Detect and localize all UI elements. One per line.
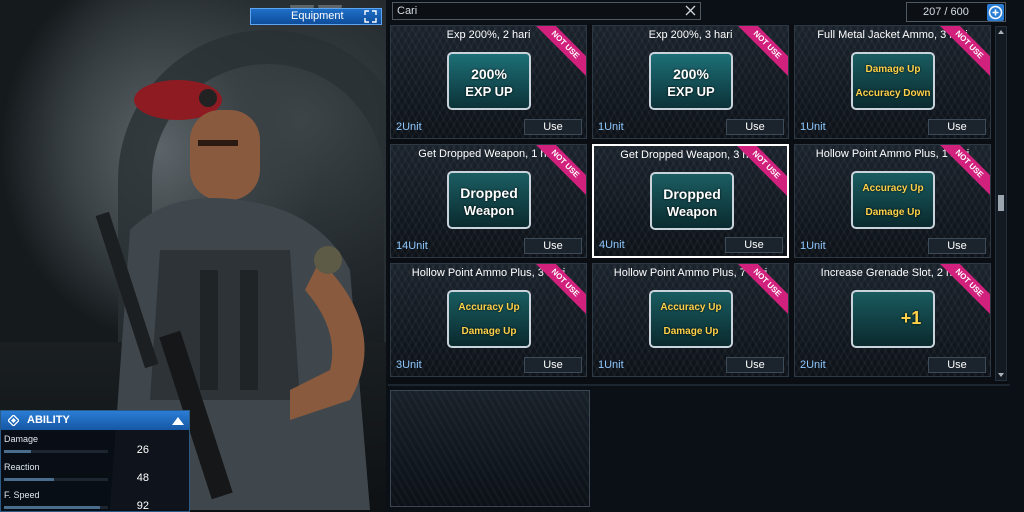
item-icon-line1: Accuracy Up	[458, 302, 520, 313]
stat-reaction: Reaction 48	[1, 458, 189, 486]
inventory-count-text: 207 / 600	[923, 6, 969, 18]
stat-fire-speed: F. Speed 92	[1, 486, 189, 512]
item-card[interactable]: Hollow Point Ammo Plus, 3 hari Accuracy U…	[390, 263, 587, 377]
item-icon-line1: Accuracy Up	[862, 183, 924, 194]
item-units: 4Unit	[599, 239, 625, 251]
item-icon-line2: Weapon	[463, 203, 515, 218]
expand-inventory-button[interactable]	[987, 4, 1004, 21]
item-units: 3Unit	[396, 359, 422, 371]
section-divider	[388, 384, 1010, 386]
item-icon-line1: Damage Up	[865, 64, 921, 75]
item-units: 2Unit	[800, 359, 826, 371]
item-units: 1Unit	[598, 359, 624, 371]
item-card[interactable]: Get Dropped Weapon, 1 hari Dropped Weapon N…	[390, 144, 587, 258]
item-units: 1Unit	[598, 121, 624, 133]
item-card[interactable]: Full Metal Jacket Ammo, 3 hari Damage Up A…	[794, 25, 991, 139]
item-card[interactable]: Hollow Point Ammo Plus, 7 hari Accuracy U…	[592, 263, 789, 377]
item-icon-line1: 200%	[673, 66, 709, 82]
stat-value: 48	[136, 472, 149, 484]
item-icon-line1: Dropped	[460, 185, 518, 201]
equipment-label: Equipment	[291, 10, 344, 22]
scroll-down-icon[interactable]	[998, 372, 1004, 378]
item-icon-line2: Accuracy Down	[855, 88, 931, 99]
equipment-tab[interactable]: Equipment	[250, 8, 382, 25]
stat-value: 26	[136, 444, 149, 456]
stat-label: F. Speed	[4, 490, 40, 500]
item-icon-line1: 200%	[471, 66, 507, 82]
item-icon-line2: +1	[900, 308, 922, 328]
item-icon-line2: Damage Up	[663, 326, 719, 337]
item-units: 14Unit	[396, 240, 428, 252]
stat-bar	[4, 450, 108, 453]
use-button[interactable]: Use	[524, 357, 582, 373]
item-units: 1Unit	[800, 121, 826, 133]
item-icon-line1: Accuracy Up	[660, 302, 722, 313]
item-grid-scrollbar[interactable]	[995, 26, 1007, 381]
use-button[interactable]: Use	[524, 119, 582, 135]
item-units: 2Unit	[396, 121, 422, 133]
use-button[interactable]: Use	[928, 238, 986, 254]
inventory-count: 207 / 600	[906, 2, 1006, 22]
use-button[interactable]: Use	[928, 357, 986, 373]
search-input[interactable]: Cari	[392, 2, 701, 20]
item-icon-line2: Damage Up	[865, 207, 921, 218]
search-placeholder: Cari	[397, 5, 418, 17]
item-card[interactable]: Get Dropped Weapon, 3 hari Dropped Weapon N…	[592, 144, 789, 258]
ammo-item-icon: Accuracy Up Damage Up	[649, 290, 733, 348]
ammo-item-icon: Damage Up Accuracy Down	[851, 52, 935, 110]
item-icon-line2: Weapon	[666, 204, 718, 219]
equipment-knobs	[290, 0, 350, 13]
close-icon[interactable]	[685, 5, 696, 16]
stat-label: Damage	[4, 434, 39, 444]
item-card[interactable]: Exp 200%, 2 hari 200% EXP UP NOT USE 2Unit Us…	[390, 25, 587, 139]
use-button[interactable]: Use	[725, 237, 783, 253]
ammo-item-icon: Accuracy Up Damage Up	[851, 171, 935, 229]
diamond-icon	[8, 415, 19, 426]
item-card[interactable]: Exp 200%, 3 hari 200% EXP UP NOT USE 1Unit Us…	[592, 25, 789, 139]
ability-header[interactable]: ABILITY	[1, 411, 189, 430]
exp-item-icon: 200% EXP UP	[447, 52, 531, 110]
collapse-icon[interactable]	[172, 416, 184, 425]
character-preview: Equipment ABILITY Damage 26 Reaction 48	[0, 0, 386, 512]
item-icon-line2: Damage Up	[461, 326, 517, 337]
stat-label: Reaction	[4, 462, 40, 472]
exp-item-icon: 200% EXP UP	[649, 52, 733, 110]
ability-title: ABILITY	[27, 414, 70, 426]
item-card[interactable]: Increase Grenade Slot, 2 hari +1 NOT USE 2U…	[794, 263, 991, 377]
use-button[interactable]: Use	[726, 119, 784, 135]
stat-bar	[4, 478, 108, 481]
weapon-item-icon: Dropped Weapon	[447, 171, 531, 229]
stat-value: 92	[136, 500, 149, 512]
item-icon-line2: EXP UP	[667, 84, 715, 99]
stat-bar	[4, 506, 108, 509]
use-button[interactable]: Use	[524, 238, 582, 254]
ability-panel: ABILITY Damage 26 Reaction 48 F. Speed 9…	[0, 410, 190, 512]
scroll-up-icon[interactable]	[998, 29, 1004, 35]
plus-circle-icon	[988, 5, 1003, 20]
use-button[interactable]: Use	[726, 357, 784, 373]
grenade-item-icon: +1	[851, 290, 935, 348]
item-card[interactable]: Hollow Point Ammo Plus, 1 hari Accuracy U…	[794, 144, 991, 258]
expand-icon[interactable]	[364, 10, 377, 23]
item-units: 1Unit	[800, 240, 826, 252]
use-button[interactable]: Use	[928, 119, 986, 135]
scrollbar-thumb[interactable]	[998, 195, 1004, 211]
ammo-item-icon: Accuracy Up Damage Up	[447, 290, 531, 348]
weapon-item-icon: Dropped Weapon	[650, 172, 734, 230]
stat-damage: Damage 26	[1, 430, 189, 458]
item-icon-line1: Dropped	[663, 186, 721, 202]
item-preview-slot	[390, 390, 590, 507]
item-icon-line2: EXP UP	[465, 84, 513, 99]
